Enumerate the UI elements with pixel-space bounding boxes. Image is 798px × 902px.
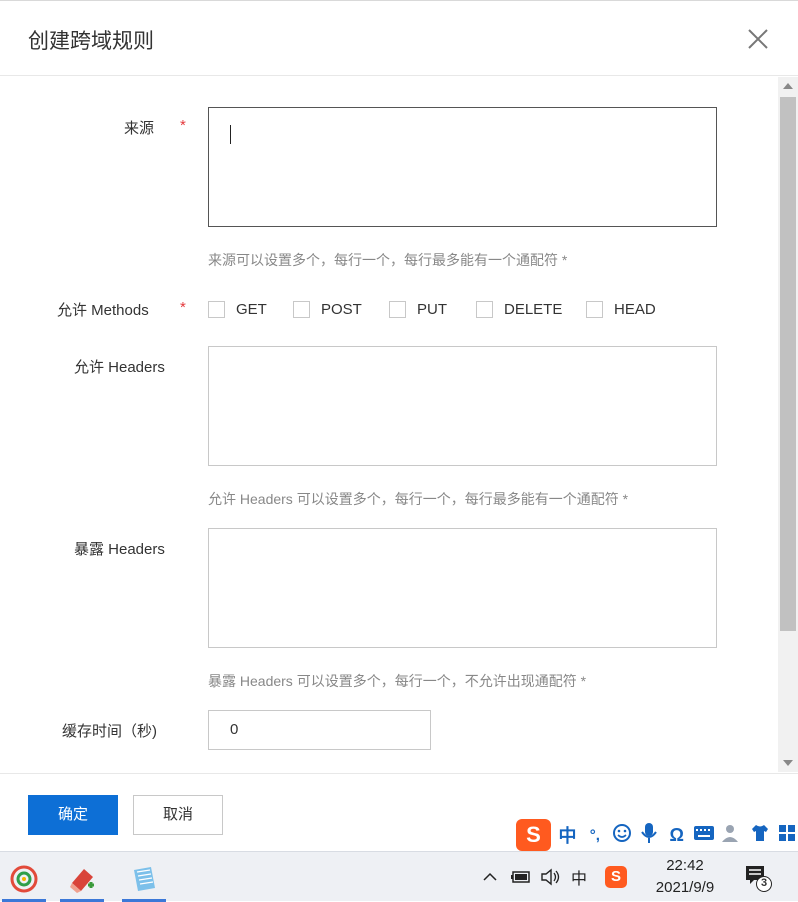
- method-post[interactable]: POST: [293, 300, 389, 318]
- taskbar-clock[interactable]: 22:42 2021/9/9: [640, 855, 730, 899]
- methods-required-mark: *: [180, 299, 186, 316]
- cache-time-input[interactable]: 0: [208, 710, 431, 750]
- method-label: PUT: [417, 300, 447, 318]
- punctuation-toggle[interactable]: °,: [584, 827, 605, 844]
- methods-checkbox-group: GET POST PUT DELETE HEAD: [208, 299, 676, 319]
- dialog-title: 创建跨域规则: [28, 30, 154, 53]
- clock-time: 22:42: [666, 857, 704, 874]
- cache-time-label: 缓存时间（秒): [62, 723, 157, 740]
- method-delete[interactable]: DELETE: [476, 300, 586, 318]
- battery-icon[interactable]: [510, 852, 532, 902]
- taskbar-app-browser[interactable]: [0, 856, 48, 902]
- scroll-up-arrow-icon[interactable]: [783, 83, 793, 89]
- sogou-logo-icon[interactable]: S: [516, 819, 551, 851]
- expose-headers-label: 暴露 Headers: [74, 541, 165, 558]
- dialog-body: 来源 * 来源可以设置多个，每行一个，每行最多能有一个通配符 * 允许 Meth…: [0, 77, 778, 772]
- taskbar-app-eraser[interactable]: [58, 856, 106, 902]
- allow-headers-label: 允许 Headers: [74, 359, 165, 376]
- method-label: POST: [321, 300, 362, 318]
- vertical-scrollbar[interactable]: [778, 77, 798, 772]
- checkbox[interactable]: [586, 300, 603, 318]
- method-label: HEAD: [614, 300, 656, 318]
- sogou-tray-icon[interactable]: S: [605, 852, 627, 902]
- expose-headers-hint: 暴露 Headers 可以设置多个，每行一个，不允许出现通配符 *: [208, 673, 587, 689]
- taskbar-app-notepad[interactable]: [120, 856, 168, 902]
- user-icon[interactable]: [721, 823, 743, 848]
- method-get[interactable]: GET: [208, 300, 293, 318]
- smiley-icon[interactable]: [611, 823, 632, 848]
- method-label: DELETE: [504, 300, 563, 318]
- method-head[interactable]: HEAD: [586, 300, 676, 318]
- confirm-button[interactable]: 确定: [28, 795, 118, 835]
- notification-center-icon[interactable]: 3: [742, 862, 772, 892]
- origin-required-mark: *: [180, 117, 186, 134]
- notification-count-badge: 3: [756, 876, 772, 892]
- ime-toolbar: S 中 °, Ω: [514, 818, 798, 852]
- methods-label: 允许 Methods: [57, 302, 149, 319]
- shirt-icon[interactable]: [749, 823, 770, 848]
- eraser-app-icon: [70, 869, 94, 893]
- origin-hint: 来源可以设置多个，每行一个，每行最多能有一个通配符 *: [208, 252, 568, 268]
- omega-icon[interactable]: Ω: [666, 825, 687, 846]
- method-label: GET: [236, 300, 267, 318]
- browser-icon: [10, 865, 38, 893]
- dialog-header: 创建跨域规则: [0, 1, 798, 76]
- notepad-icon: [134, 867, 155, 891]
- close-icon[interactable]: [744, 25, 772, 53]
- grid-icon[interactable]: [777, 824, 798, 847]
- allow-headers-hint: 允许 Headers 可以设置多个，每行一个，每行最多能有一个通配符 *: [208, 491, 629, 507]
- keyboard-icon[interactable]: [693, 825, 715, 846]
- expose-headers-textarea[interactable]: [208, 528, 717, 648]
- checkbox[interactable]: [389, 300, 406, 318]
- microphone-icon[interactable]: [639, 822, 660, 849]
- volume-icon[interactable]: [540, 852, 562, 902]
- cancel-button[interactable]: 取消: [133, 795, 223, 835]
- scroll-thumb[interactable]: [780, 97, 796, 631]
- ime-mode-toggle[interactable]: 中: [557, 822, 578, 848]
- tray-ime-indicator[interactable]: 中: [571, 852, 587, 902]
- scroll-down-arrow-icon[interactable]: [783, 760, 793, 766]
- origin-textarea[interactable]: [208, 107, 717, 227]
- taskbar: 中 S 22:42 2021/9/9 3: [0, 851, 798, 902]
- create-cors-rule-dialog: 创建跨域规则 来源 * 来源可以设置多个，每行一个，每行最多能有一个通配符 * …: [0, 0, 798, 852]
- tray-chevron-icon[interactable]: [482, 852, 498, 902]
- checkbox[interactable]: [476, 300, 493, 318]
- origin-label: 来源: [124, 120, 155, 137]
- method-put[interactable]: PUT: [389, 300, 476, 318]
- allow-headers-textarea[interactable]: [208, 346, 717, 466]
- clock-date: 2021/9/9: [655, 879, 715, 896]
- checkbox[interactable]: [293, 300, 310, 318]
- text-caret: [230, 125, 231, 144]
- checkbox[interactable]: [208, 300, 225, 318]
